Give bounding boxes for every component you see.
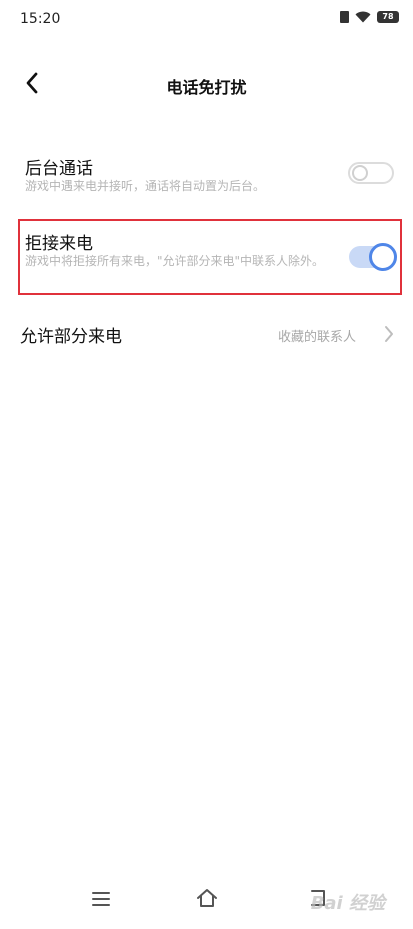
- setting-description: 游戏中将拒接所有来电，"允许部分来电"中联系人除外。: [25, 254, 325, 268]
- setting-reject-calls: 拒接来电 游戏中将拒接所有来电，"允许部分来电"中联系人除外。: [0, 226, 413, 292]
- status-bar: 15:20 78: [0, 0, 413, 38]
- menu-icon: [92, 892, 110, 906]
- toggle-knob: [369, 243, 397, 271]
- header: 电话免打扰: [0, 64, 413, 104]
- chevron-right-icon: [385, 326, 393, 342]
- setting-title: 后台通话: [25, 159, 93, 179]
- background-call-toggle[interactable]: [348, 162, 394, 184]
- allow-some-calls-title: 允许部分来电: [20, 327, 122, 347]
- allow-some-calls-row[interactable]: 允许部分来电 收藏的联系人: [0, 312, 413, 356]
- watermark: Bai 经验: [310, 893, 385, 914]
- home-icon: [197, 889, 217, 907]
- battery-icon: 78: [377, 11, 399, 23]
- home-button[interactable]: [196, 888, 218, 912]
- status-time: 15:20: [20, 11, 61, 27]
- status-icons: 78: [340, 11, 399, 23]
- setting-background-call: 后台通话 游戏中遇来电并接听，通话将自动置为后台。: [0, 150, 413, 210]
- page-title: 电话免打扰: [166, 78, 247, 97]
- reject-calls-toggle[interactable]: [349, 243, 397, 271]
- menu-button[interactable]: [91, 891, 111, 911]
- sim-card-icon: [340, 11, 349, 23]
- setting-title: 拒接来电: [25, 234, 93, 254]
- screen: 15:20 78 电话免打扰 后台通话 游戏中遇来电并接听，通话将自动置为后台。: [0, 0, 413, 929]
- wifi-icon: [355, 11, 371, 23]
- toggle-knob: [352, 165, 368, 181]
- system-nav-bar: Bai 经验: [0, 879, 413, 929]
- setting-description: 游戏中遇来电并接听，通话将自动置为后台。: [25, 179, 266, 193]
- allow-some-calls-value: 收藏的联系人: [277, 330, 356, 345]
